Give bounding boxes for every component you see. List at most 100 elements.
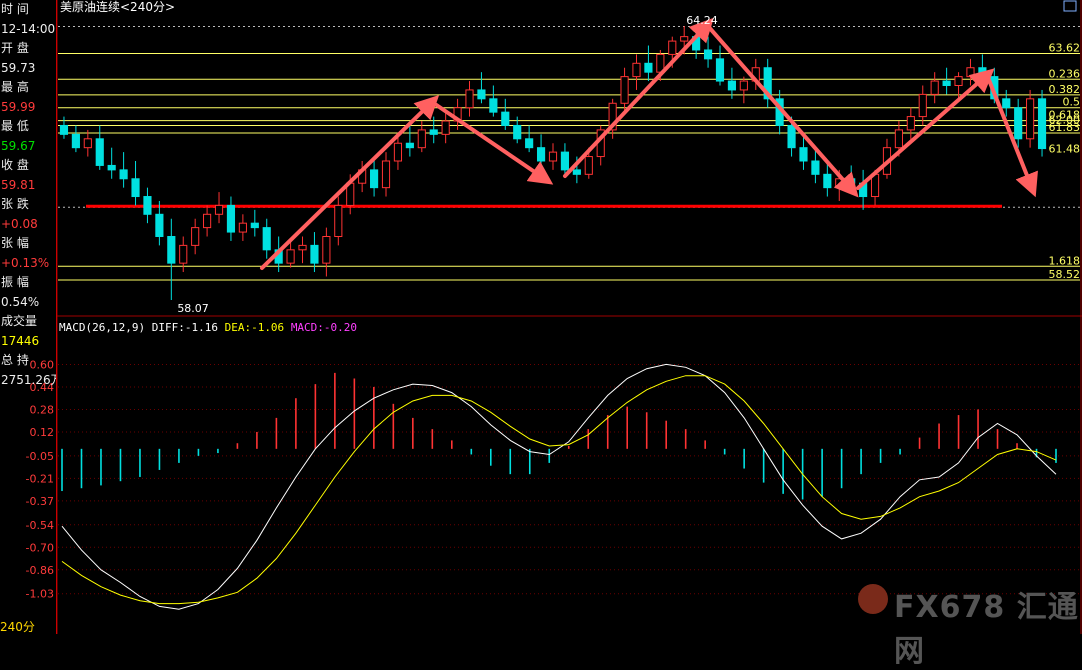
candle-body-62 (799, 147, 808, 162)
candle-body-15 (238, 222, 247, 233)
fib-label-5: 0.618 (1049, 109, 1081, 122)
candle-body-82 (1037, 98, 1047, 150)
candle-body-79 (1002, 98, 1011, 109)
fib-label-0: 0.236 (1049, 67, 1081, 80)
candle-body-30 (417, 129, 426, 149)
candle-body-23 (334, 204, 343, 237)
window-icon (1063, 0, 1077, 12)
candle-body-55 (715, 58, 725, 82)
sidebar-label-0: 时 间 (1, 2, 29, 16)
sidebar-value-3: 59.67 (1, 138, 36, 153)
candle-body-26 (370, 169, 379, 189)
candle-body-8 (155, 213, 164, 237)
low-label: 58.07 (177, 302, 209, 315)
candle-body-54 (703, 49, 713, 60)
chart-title: 美原油连续<240分> (60, 0, 175, 14)
sidebar-label-8: 成交量 (1, 314, 38, 328)
candle-body-47 (620, 76, 629, 104)
period-tag[interactable]: 240分 (0, 618, 35, 635)
candle-body-36 (489, 98, 498, 113)
sidebar-label-1: 开 盘 (1, 41, 29, 55)
candle-body-70 (894, 129, 903, 149)
fib-label-1: 63.62 (1049, 42, 1081, 55)
watermark: FX678 汇通网 (894, 590, 1079, 669)
sidebar-value-6: +0.13% (1, 255, 50, 270)
trend-arrow-0 (260, 95, 440, 270)
macd-legend-part-0: MACD(26,12,9) (59, 321, 152, 334)
candle-body-42 (560, 151, 570, 171)
candle-body-41 (548, 151, 558, 162)
fib-label-8: 58.52 (1049, 268, 1081, 281)
candle-body-4 (107, 164, 116, 171)
candle-body-64 (823, 173, 832, 189)
candle-body-81 (1026, 98, 1035, 140)
candle-body-12 (203, 213, 212, 229)
candle-body-14 (226, 204, 236, 233)
candle-body-13 (214, 204, 224, 215)
sidebar-value-2: 59.99 (1, 99, 36, 114)
grid-layer (56, 0, 1082, 634)
candle-body-66 (847, 178, 856, 184)
fib-label-7: 1.618 (1049, 254, 1081, 267)
sidebar-value-9: 2751.26万 (1, 372, 56, 387)
candle-body-71 (906, 116, 915, 131)
sidebar-label-7: 振 幅 (1, 275, 29, 289)
candle-body-6 (131, 178, 140, 198)
sidebar-label-2: 最 高 (1, 80, 29, 94)
sidebar-label-9: 总 持 (1, 353, 29, 367)
candle-body-38 (513, 124, 522, 140)
candle-body-3 (95, 138, 104, 166)
candle-body-39 (525, 138, 534, 149)
candle-body-32 (441, 120, 450, 135)
sidebar-label-5: 张 跌 (1, 197, 29, 211)
chart-canvas[interactable]: 美原油连续<240分>0.23663.620.3820.562.000.6186… (0, 0, 1082, 634)
candle-body-20 (298, 244, 307, 251)
fx678-logo-icon (858, 584, 888, 614)
candle-body-57 (739, 80, 748, 91)
candle-body-29 (405, 142, 414, 149)
candle-layer (59, 25, 1047, 301)
sidebar-label-4: 收 盘 (1, 158, 29, 172)
candle-body-80 (1014, 107, 1023, 140)
candle-body-11 (191, 227, 200, 246)
last-price-label: 61.48 (1049, 143, 1081, 156)
candle-body-61 (787, 124, 796, 149)
fib-label-2: 0.382 (1049, 83, 1081, 96)
candle-body-1 (71, 133, 80, 149)
macd-legend: MACD(26,12,9) DIFF:-1.16 DEA:-1.06 MACD:… (59, 321, 357, 334)
sidebar-value-4: 59.81 (1, 177, 36, 192)
quote-sidebar: 时 间 12-14:00 开 盘 59.73 最 高 59.99 最 低 59.67 收 盘 59… (0, 0, 57, 634)
candle-body-10 (179, 244, 188, 264)
sidebar-value-5: +0.08 (1, 216, 38, 231)
candle-body-28 (393, 142, 403, 162)
candle-body-16 (250, 222, 259, 229)
candle-body-49 (644, 62, 653, 73)
sidebar-value-7: 0.54% (1, 294, 40, 309)
sidebar-label-3: 最 低 (1, 119, 29, 133)
sidebar-value-0: 12-14:00 (1, 21, 56, 36)
sidebar-label-6: 张 幅 (1, 236, 29, 250)
candle-body-21 (310, 244, 319, 264)
macd-diff-line (61, 363, 1057, 610)
candle-body-5 (119, 169, 128, 180)
candle-body-0 (59, 124, 69, 135)
candle-body-35 (477, 89, 486, 100)
candle-body-44 (584, 156, 593, 175)
candle-body-31 (429, 129, 438, 135)
trend-arrows (260, 17, 1038, 270)
candle-body-37 (501, 111, 510, 126)
candle-body-76 (966, 67, 975, 78)
sidebar-value-1: 59.73 (1, 60, 36, 75)
candle-body-2 (83, 138, 92, 149)
candle-body-22 (322, 236, 331, 264)
candle-body-52 (680, 36, 689, 42)
candle-body-40 (536, 147, 546, 162)
candle-body-74 (942, 80, 951, 86)
label-layer: 美原油连续<240分>0.23663.620.3820.562.000.6186… (26, 0, 1080, 601)
candle-body-75 (954, 76, 963, 86)
macd-legend-part-3: MACD:-0.20 (291, 321, 357, 334)
candle-body-34 (465, 89, 474, 109)
candle-body-63 (811, 160, 820, 175)
trend-arrow-2 (563, 17, 714, 178)
macd-legend-part-2: DEA:-1.06 (225, 321, 291, 334)
